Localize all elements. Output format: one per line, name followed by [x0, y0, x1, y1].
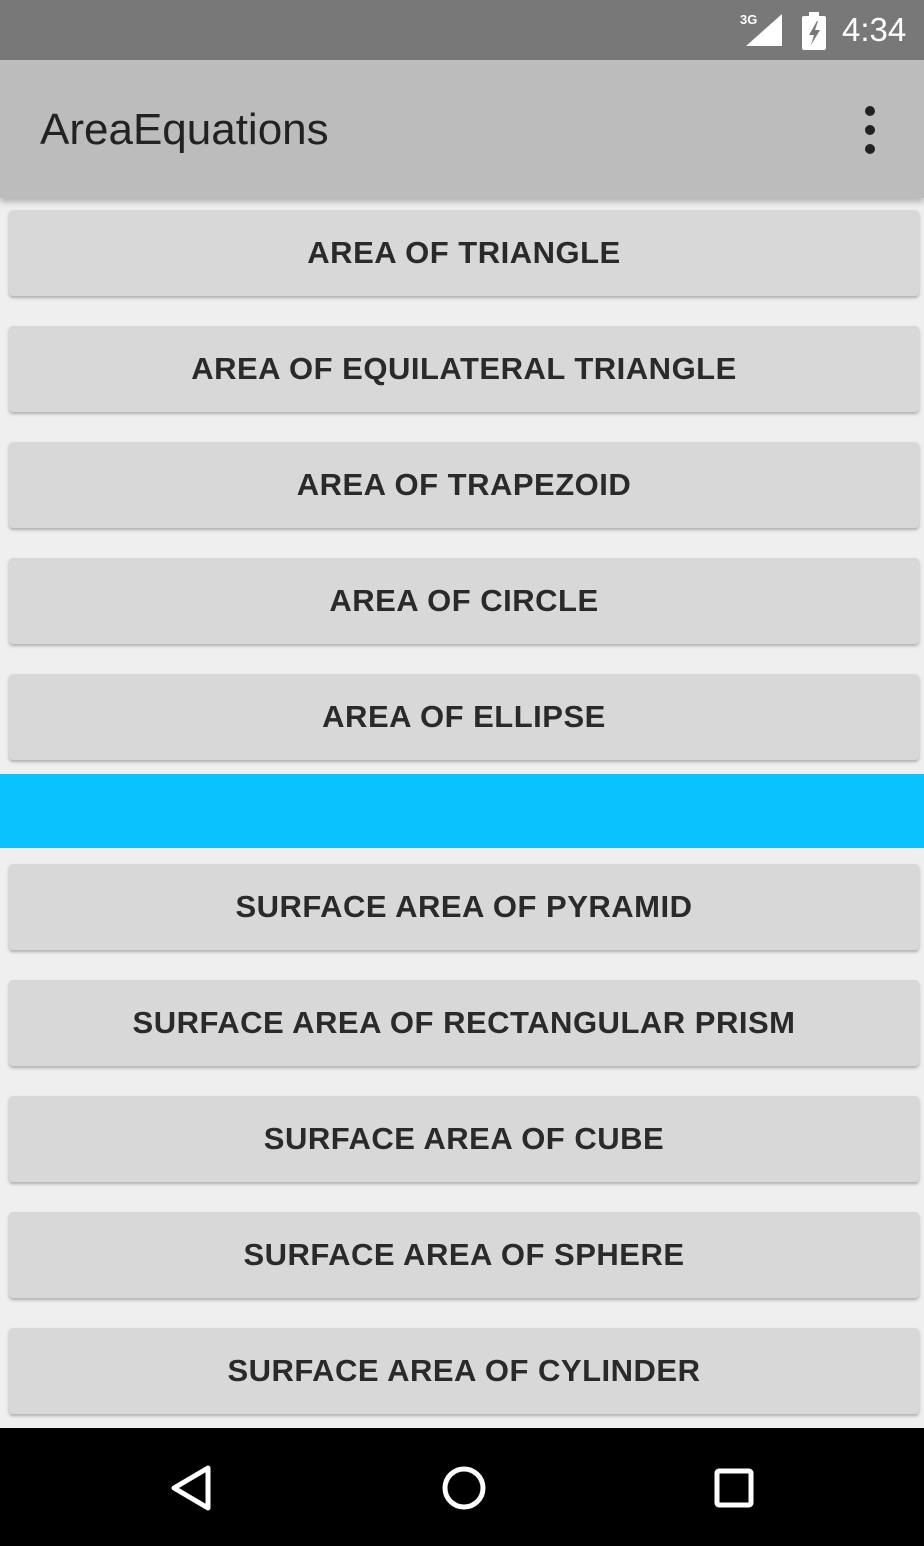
- surface-area-of-cube-button[interactable]: SURFACE AREA OF CUBE: [9, 1096, 919, 1182]
- back-icon[interactable]: [162, 1458, 222, 1518]
- area-of-circle-button[interactable]: AREA OF CIRCLE: [9, 558, 919, 644]
- recents-icon[interactable]: [704, 1458, 764, 1518]
- surface-area-of-pyramid-button[interactable]: SURFACE AREA OF PYRAMID: [9, 864, 919, 950]
- navigation-bar: [0, 1428, 924, 1546]
- surface-area-of-rectangular-prism-button[interactable]: SURFACE AREA OF RECTANGULAR PRISM: [9, 980, 919, 1066]
- home-icon[interactable]: [434, 1458, 494, 1518]
- app-title: AreaEquations: [40, 105, 329, 154]
- section-divider-band: [0, 774, 924, 848]
- surface-area-of-cylinder-button[interactable]: SURFACE AREA OF CYLINDER: [9, 1328, 919, 1414]
- more-vert-icon[interactable]: [850, 100, 890, 160]
- status-bar: 3G 4:34: [0, 0, 924, 60]
- area-of-triangle-button[interactable]: AREA OF TRIANGLE: [9, 210, 919, 296]
- app-bar: AreaEquations: [0, 60, 924, 198]
- network-type-label: 3G: [740, 12, 757, 27]
- app-screen: 3G 4:34 AreaEquations AREA OF TRIANGLE A…: [0, 0, 924, 1546]
- equation-list: AREA OF TRIANGLE AREA OF EQUILATERAL TRI…: [0, 198, 924, 1428]
- area-of-equilateral-triangle-button[interactable]: AREA OF EQUILATERAL TRIANGLE: [9, 326, 919, 412]
- surface-area-of-sphere-button[interactable]: SURFACE AREA OF SPHERE: [9, 1212, 919, 1298]
- signal-icon: 3G: [740, 12, 782, 46]
- battery-icon: [802, 12, 826, 50]
- area-of-trapezoid-button[interactable]: AREA OF TRAPEZOID: [9, 442, 919, 528]
- status-time: 4:34: [842, 11, 907, 48]
- area-of-ellipse-button[interactable]: AREA OF ELLIPSE: [9, 674, 919, 760]
